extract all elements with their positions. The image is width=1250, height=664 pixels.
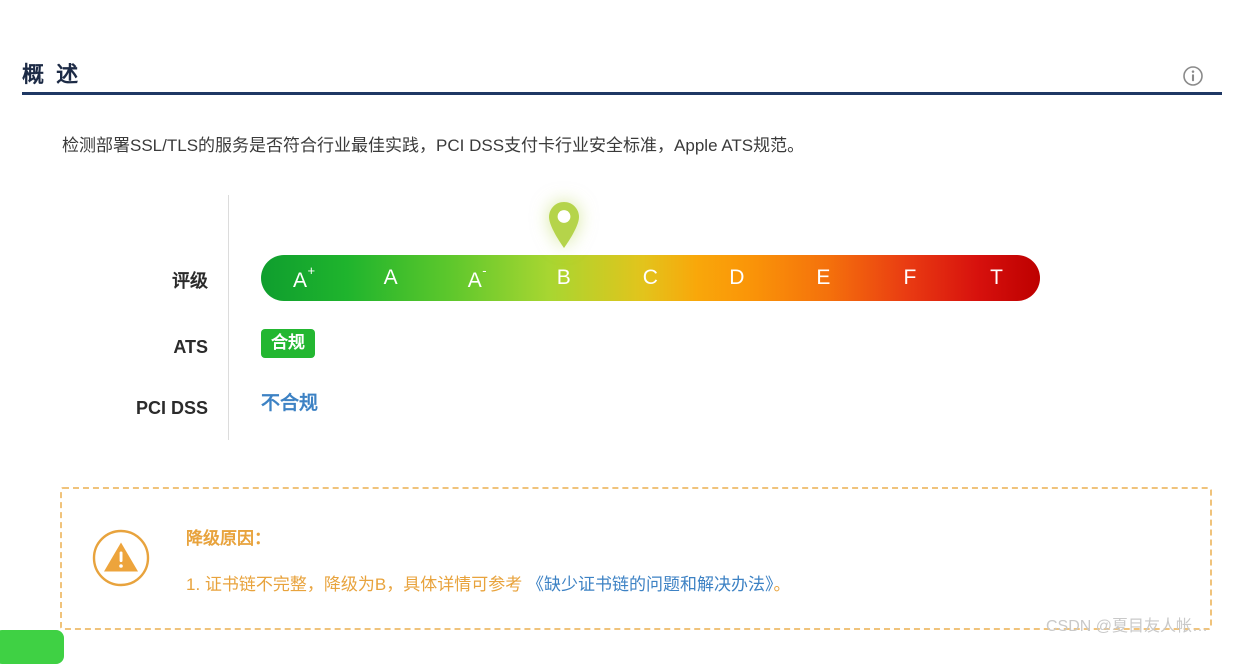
downgrade-reason-suffix: 。 [773,575,791,594]
downgrade-reason-title: 降级原因： [186,529,271,548]
floating-green-tab[interactable] [0,630,64,664]
summary-block: 评级 ATS PCI DSS A+ A A- B C D E F T 合规 不合规 [62,195,1062,440]
overview-description: 检测部署SSL/TLS的服务是否符合行业最佳实践，PCI DSS支付卡行业安全标… [62,136,805,155]
info-circle-icon[interactable] [1183,66,1203,86]
watermark: CSDN @夏目友人帐… [1046,618,1209,635]
grade-cell-A: A [383,266,399,289]
row-label-ats: ATS [173,337,208,357]
row-label-rating: 评级 [172,271,208,291]
downgrade-reason-box: 降级原因： 1. 证书链不完整，降级为B，具体详情可参考 《缺少证书链的问题和解… [60,487,1212,630]
grade-cell-E: E [816,266,831,289]
grade-cell-Aminus: A- [467,263,488,292]
grade-cell-C: C [642,266,659,289]
downgrade-reason-text: 1. 证书链不完整，降级为B，具体详情可参考 [186,575,523,594]
grade-cell-Aplus: A+ [292,263,316,292]
grade-cell-T: T [990,266,1004,289]
warning-triangle-circle-icon [92,529,150,587]
status-badge-ats: 合规 [261,329,315,358]
downgrade-reason-body: 降级原因： 1. 证书链不完整，降级为B，具体详情可参考 《缺少证书链的问题和解… [186,527,1190,597]
rating-scale: A+ A A- B C D E F T [261,202,1040,301]
header-divider [22,92,1222,95]
grade-cell-F: F [903,266,917,289]
certificate-chain-help-link[interactable]: 《缺少证书链的问题和解决办法》 [527,575,774,594]
rating-gradient-bar: A+ A A- B C D E F T [261,255,1040,301]
overview-panel: 概 述 检测部署SSL/TLS的服务是否符合行业最佳实践，PCI DSS支付卡行… [0,0,1250,664]
row-label-pci-dss: PCI DSS [135,398,208,418]
card-header: 概 述 [22,60,1222,98]
map-pin-marker-icon [544,199,584,251]
summary-vertical-divider [228,195,229,440]
grade-cell-B: B [556,266,572,289]
downgrade-reason-item: 1. 证书链不完整，降级为B，具体详情可参考 《缺少证书链的问题和解决办法》。 [186,573,1190,597]
grade-cell-D: D [729,266,745,289]
page-title: 概 述 [22,62,82,87]
status-value-pci-dss: 不合规 [261,393,319,414]
